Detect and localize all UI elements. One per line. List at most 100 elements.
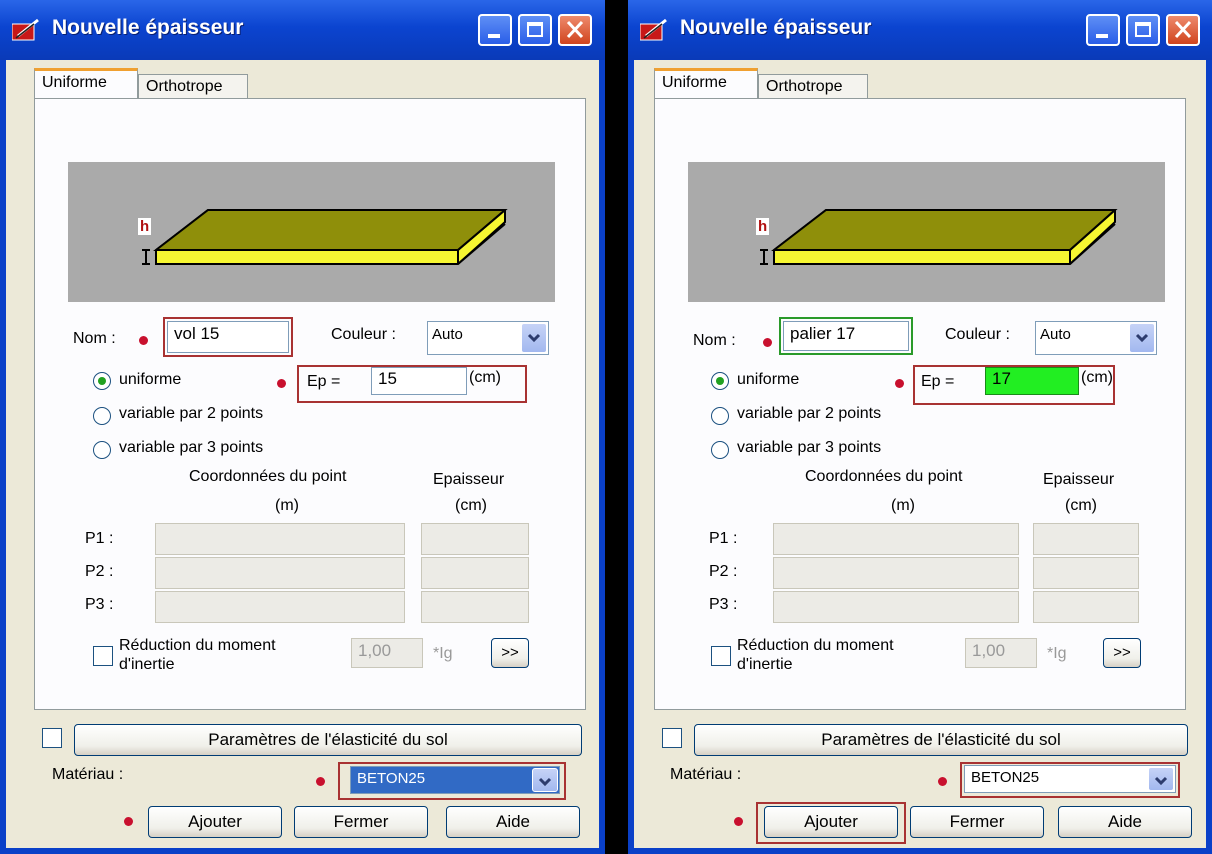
p1-epaisseur-input[interactable] bbox=[421, 523, 529, 555]
dialog-body: Uniforme Orthotrope h Nom : palier 17 Co… bbox=[634, 60, 1206, 848]
p2-coord-input[interactable] bbox=[155, 557, 405, 589]
reduction-label: Réduction du moment d'inertie bbox=[119, 636, 276, 674]
reduction-input[interactable]: 1,00 bbox=[965, 638, 1037, 668]
radio-variable-3-points[interactable] bbox=[711, 441, 729, 459]
dialog-body: Uniforme Orthotrope h Nom : vol 15 Coule… bbox=[6, 60, 599, 848]
required-marker bbox=[938, 777, 947, 786]
elasticite-button[interactable]: Paramètres de l'élasticité du sol bbox=[74, 724, 582, 756]
couleur-label: Couleur : bbox=[331, 326, 396, 343]
required-marker bbox=[124, 817, 133, 826]
elasticite-button[interactable]: Paramètres de l'élasticité du sol bbox=[694, 724, 1188, 756]
p1-coord-input[interactable] bbox=[155, 523, 405, 555]
ep-input[interactable]: 15 bbox=[371, 367, 467, 395]
nom-label: Nom : bbox=[693, 332, 736, 349]
elasticite-checkbox[interactable] bbox=[662, 728, 682, 748]
radio-variable-3-points[interactable] bbox=[93, 441, 111, 459]
epaisseur-unit: (cm) bbox=[1065, 497, 1097, 514]
radio-variable-2-points[interactable] bbox=[711, 407, 729, 425]
tab-panel-uniforme: h Nom : palier 17 Couleur : Auto uniform… bbox=[654, 98, 1186, 710]
chevron-down-icon[interactable] bbox=[1129, 323, 1155, 353]
materiau-value: BETON25 bbox=[971, 769, 1040, 786]
coord-unit: (m) bbox=[275, 497, 299, 514]
p3-epaisseur-input[interactable] bbox=[421, 591, 529, 623]
h-dimension-label: h bbox=[756, 218, 770, 235]
required-marker bbox=[316, 777, 325, 786]
fermer-button[interactable]: Fermer bbox=[910, 806, 1044, 838]
reduction-checkbox[interactable] bbox=[93, 646, 113, 666]
materiau-label: Matériau : bbox=[670, 766, 742, 783]
reduction-unit: *Ig bbox=[1047, 645, 1067, 662]
point-label: P3 : bbox=[85, 596, 114, 613]
p2-coord-input[interactable] bbox=[773, 557, 1019, 589]
ajouter-button[interactable]: Ajouter bbox=[148, 806, 282, 838]
ep-unit: (cm) bbox=[1081, 369, 1113, 386]
p1-coord-input[interactable] bbox=[773, 523, 1019, 555]
required-marker bbox=[734, 817, 743, 826]
epaisseur-unit: (cm) bbox=[455, 497, 487, 514]
radio-uniforme[interactable] bbox=[93, 372, 111, 390]
couleur-select[interactable]: Auto bbox=[427, 321, 549, 355]
p2-epaisseur-input[interactable] bbox=[1033, 557, 1139, 589]
tab-uniforme[interactable]: Uniforme bbox=[654, 68, 758, 102]
radio-variable-2-points-label: variable par 2 points bbox=[737, 405, 882, 422]
coord-header: Coordonnées du point bbox=[805, 468, 963, 485]
more-button[interactable]: >> bbox=[1103, 638, 1141, 668]
point-label: P3 : bbox=[709, 596, 738, 613]
required-marker bbox=[277, 379, 286, 388]
minimize-button[interactable] bbox=[478, 14, 512, 46]
aide-button[interactable]: Aide bbox=[1058, 806, 1192, 838]
p1-epaisseur-input[interactable] bbox=[1033, 523, 1139, 555]
p3-coord-input[interactable] bbox=[155, 591, 405, 623]
coord-unit: (m) bbox=[891, 497, 915, 514]
materiau-select[interactable]: BETON25 bbox=[964, 765, 1176, 793]
p2-epaisseur-input[interactable] bbox=[421, 557, 529, 589]
h-dimension-label: h bbox=[138, 218, 152, 235]
title-bar[interactable]: Nouvelle épaisseur bbox=[628, 0, 1212, 60]
point-label: P1 : bbox=[85, 530, 114, 547]
chevron-down-icon[interactable] bbox=[521, 323, 547, 353]
ep-label: Ep = bbox=[307, 373, 341, 390]
couleur-select[interactable]: Auto bbox=[1035, 321, 1157, 355]
reduction-input[interactable]: 1,00 bbox=[351, 638, 423, 668]
required-marker bbox=[139, 336, 148, 345]
maximize-button[interactable] bbox=[518, 14, 552, 46]
close-button[interactable] bbox=[558, 14, 592, 46]
fermer-button[interactable]: Fermer bbox=[294, 806, 428, 838]
tab-uniforme[interactable]: Uniforme bbox=[34, 68, 138, 102]
app-icon bbox=[640, 18, 667, 41]
point-label: P2 : bbox=[85, 563, 114, 580]
app-icon bbox=[12, 18, 39, 41]
chevron-down-icon[interactable] bbox=[1148, 767, 1174, 791]
ep-input[interactable]: 17 bbox=[985, 367, 1079, 395]
ep-label: Ep = bbox=[921, 373, 955, 390]
required-marker bbox=[895, 379, 904, 388]
reduction-label: Réduction du moment d'inertie bbox=[737, 636, 894, 674]
more-button[interactable]: >> bbox=[491, 638, 529, 668]
chevron-down-icon[interactable] bbox=[532, 768, 558, 792]
materiau-value: BETON25 bbox=[357, 770, 426, 787]
nom-input[interactable]: palier 17 bbox=[783, 321, 909, 351]
radio-uniforme-label: uniforme bbox=[119, 371, 182, 388]
dialog-left: Nouvelle épaisseur Uniforme Orthotrope h… bbox=[0, 0, 605, 854]
maximize-button[interactable] bbox=[1126, 14, 1160, 46]
tab-panel-uniforme: h Nom : vol 15 Couleur : Auto uniforme E… bbox=[34, 98, 586, 710]
nom-input[interactable]: vol 15 bbox=[167, 321, 289, 353]
title-bar[interactable]: Nouvelle épaisseur bbox=[0, 0, 605, 60]
reduction-label-line2: d'inertie bbox=[119, 656, 175, 673]
reduction-unit: *Ig bbox=[433, 645, 453, 662]
materiau-label: Matériau : bbox=[52, 766, 124, 783]
aide-button[interactable]: Aide bbox=[446, 806, 580, 838]
slab-preview: h bbox=[68, 162, 555, 302]
elasticite-checkbox[interactable] bbox=[42, 728, 62, 748]
minimize-button[interactable] bbox=[1086, 14, 1120, 46]
radio-uniforme[interactable] bbox=[711, 372, 729, 390]
dialog-right: Nouvelle épaisseur Uniforme Orthotrope h… bbox=[628, 0, 1212, 854]
radio-variable-3-points-label: variable par 3 points bbox=[119, 439, 264, 456]
ajouter-button[interactable]: Ajouter bbox=[764, 806, 898, 838]
radio-variable-2-points[interactable] bbox=[93, 407, 111, 425]
materiau-select[interactable]: BETON25 bbox=[350, 766, 560, 794]
close-button[interactable] bbox=[1166, 14, 1200, 46]
reduction-checkbox[interactable] bbox=[711, 646, 731, 666]
p3-coord-input[interactable] bbox=[773, 591, 1019, 623]
p3-epaisseur-input[interactable] bbox=[1033, 591, 1139, 623]
